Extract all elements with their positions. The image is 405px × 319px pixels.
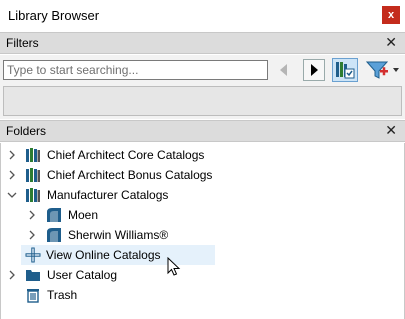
tree-item-view-online-catalogs[interactable]: View Online Catalogs xyxy=(21,245,215,265)
forward-arrow-icon xyxy=(311,64,318,76)
forward-button[interactable] xyxy=(303,59,325,81)
chevron-right-icon[interactable] xyxy=(27,209,37,221)
tree-item-label: Trash xyxy=(47,288,78,302)
library-view-toggle[interactable] xyxy=(332,58,358,82)
tree-item-label: Chief Architect Bonus Catalogs xyxy=(47,168,213,182)
tree-item-label: User Catalog xyxy=(47,268,118,282)
dropdown-caret-icon xyxy=(393,68,399,72)
chevron-right-icon[interactable] xyxy=(27,229,37,241)
tree-item-moen[interactable]: Moen xyxy=(1,205,401,225)
manufacturer-icon xyxy=(47,228,61,242)
window-close-button[interactable]: x xyxy=(382,6,400,24)
library-view-icon xyxy=(336,62,355,79)
filter-add-icon xyxy=(365,61,399,79)
book-stack-icon xyxy=(26,168,40,182)
manufacturer-icon xyxy=(47,208,61,222)
filters-header-label: Filters xyxy=(6,36,39,50)
tree-item-label: Sherwin Williams® xyxy=(68,228,169,242)
trash-icon xyxy=(27,289,39,303)
window-title: Library Browser xyxy=(8,8,100,23)
filters-panel xyxy=(0,55,405,119)
mouse-cursor-icon xyxy=(167,257,181,276)
tree-item-label: Chief Architect Core Catalogs xyxy=(47,148,205,162)
tree-item-core-catalogs[interactable]: Chief Architect Core Catalogs xyxy=(1,145,401,165)
tree-item-user-catalog[interactable]: User Catalog xyxy=(1,265,401,285)
add-plus-icon xyxy=(25,247,41,263)
chevron-right-icon[interactable] xyxy=(7,269,17,281)
book-stack-icon xyxy=(26,148,40,162)
back-arrow-icon[interactable] xyxy=(276,62,292,78)
folders-close-button[interactable]: ✕ xyxy=(385,122,397,139)
folder-icon xyxy=(26,270,40,281)
chevron-down-icon[interactable] xyxy=(7,189,17,201)
folders-header-label: Folders xyxy=(6,124,47,138)
filter-results-bar xyxy=(3,86,402,116)
tree-item-label: Manufacturer Catalogs xyxy=(47,188,169,202)
search-input[interactable] xyxy=(3,60,268,80)
add-filter-button[interactable] xyxy=(365,59,403,81)
folders-header: Folders ✕ xyxy=(0,120,405,142)
folders-tree: Chief Architect Core Catalogs Chief Arch… xyxy=(0,143,405,319)
chevron-right-icon[interactable] xyxy=(7,149,17,161)
tree-item-label: Moen xyxy=(68,208,99,222)
tree-item-label: View Online Catalogs xyxy=(46,248,161,262)
filters-header: Filters ✕ xyxy=(0,32,405,54)
tree-item-manufacturer-catalogs[interactable]: Manufacturer Catalogs xyxy=(1,185,401,205)
filters-close-button[interactable]: ✕ xyxy=(385,34,397,51)
tree-item-trash[interactable]: Trash xyxy=(1,285,401,305)
book-stack-icon xyxy=(26,188,40,202)
chevron-right-icon[interactable] xyxy=(7,169,17,181)
tree-item-sherwin-williams[interactable]: Sherwin Williams® xyxy=(1,225,401,245)
tree-item-bonus-catalogs[interactable]: Chief Architect Bonus Catalogs xyxy=(1,165,401,185)
title-bar: Library Browser x xyxy=(0,0,405,32)
